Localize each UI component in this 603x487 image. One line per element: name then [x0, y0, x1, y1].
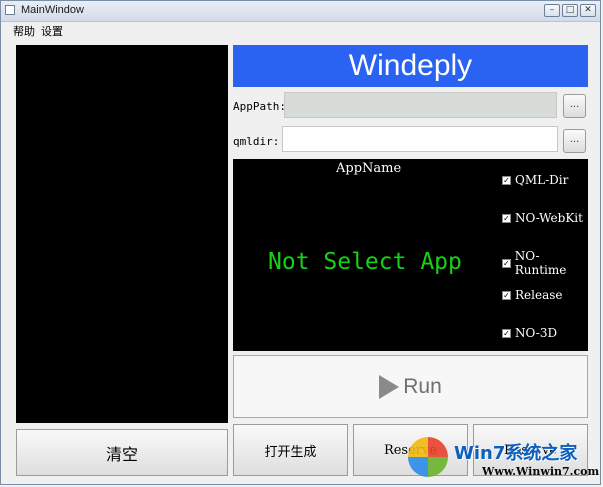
menu-bar: 帮助 设置	[1, 22, 600, 39]
qml-dir-checkbox[interactable]: ✓	[502, 175, 511, 185]
log-console[interactable]	[16, 45, 228, 423]
windows-logo-icon	[408, 437, 448, 477]
qmldir-browse-button[interactable]: ...	[563, 129, 586, 153]
apppath-browse-button[interactable]: ...	[563, 94, 586, 118]
clear-button[interactable]: 清空	[16, 429, 228, 476]
app-preview: AppName Not Select App ✓ QML-Dir ✓ NO-We…	[233, 159, 588, 351]
banner-title: Windeply	[348, 49, 473, 82]
menu-settings[interactable]: 设置	[41, 23, 63, 39]
title-bar[interactable]: MainWindow – □ ✕	[1, 1, 600, 22]
qmldir-field[interactable]	[282, 126, 558, 152]
watermark: Win7系统之家 Www.Winwin7.com	[406, 433, 600, 484]
option-label: QML-Dir	[515, 173, 569, 187]
appname-label: AppName	[336, 161, 402, 176]
watermark-brand: Win7系统之家	[454, 443, 578, 464]
qmldir-label: qmldir:	[233, 135, 280, 148]
main-window: MainWindow – □ ✕ 帮助 设置 Windeply AppPath:…	[0, 0, 601, 485]
option-release[interactable]: ✓ Release	[502, 288, 563, 302]
apppath-label: AppPath:	[233, 100, 286, 113]
window-title: MainWindow	[21, 4, 84, 16]
watermark-url: Www.Winwin7.com	[482, 465, 600, 478]
option-label: NO-3D	[515, 326, 558, 340]
status-text: Not Select App	[268, 249, 462, 275]
option-no-3d[interactable]: ✓ NO-3D	[502, 326, 557, 340]
menu-help[interactable]: 帮助	[13, 23, 35, 39]
option-no-webkit[interactable]: ✓ NO-WebKit	[502, 211, 583, 225]
run-label: Run	[403, 374, 442, 398]
maximize-button[interactable]: □	[562, 4, 578, 17]
option-label: NO-Runtime	[514, 249, 567, 277]
no-3d-checkbox[interactable]: ✓	[502, 328, 511, 338]
app-icon	[5, 5, 15, 15]
banner: Windeply	[233, 45, 588, 87]
close-button[interactable]: ✕	[580, 4, 596, 17]
no-webkit-checkbox[interactable]: ✓	[502, 213, 511, 223]
release-checkbox[interactable]: ✓	[502, 290, 511, 300]
option-no-runtime[interactable]: ✓ NO-Runtime	[502, 249, 588, 277]
open-generate-button[interactable]: 打开生成	[233, 424, 348, 476]
minimize-icon: –	[549, 5, 555, 15]
close-icon: ✕	[584, 5, 592, 15]
apppath-field[interactable]	[284, 92, 557, 118]
option-label: Release	[515, 288, 563, 302]
minimize-button[interactable]: –	[544, 4, 560, 17]
no-runtime-checkbox[interactable]: ✓	[502, 258, 511, 268]
option-label: NO-WebKit	[515, 211, 583, 225]
option-qml-dir[interactable]: ✓ QML-Dir	[502, 173, 568, 187]
run-button[interactable]: Run	[233, 355, 588, 418]
play-icon	[379, 374, 400, 399]
maximize-icon: □	[565, 5, 575, 15]
window-controls: – □ ✕	[544, 4, 596, 17]
